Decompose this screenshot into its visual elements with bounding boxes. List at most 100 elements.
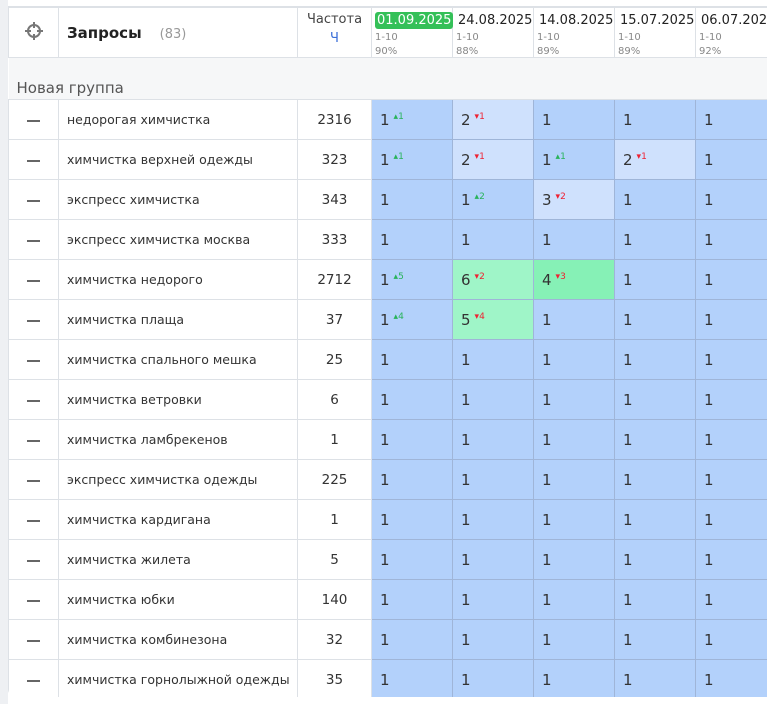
position-cell[interactable]: 1 <box>533 299 615 340</box>
position-cell[interactable]: 1 <box>452 579 534 620</box>
position-cell[interactable]: 1 <box>695 419 767 460</box>
position-cell[interactable]: 1 <box>371 659 453 697</box>
position-cell[interactable]: 5 ▾4 <box>452 299 534 340</box>
position-cell[interactable]: 1 ▴5 <box>371 259 453 300</box>
position-cell[interactable]: 1 <box>695 579 767 620</box>
position-cell[interactable]: 1 <box>695 499 767 540</box>
row-toggle[interactable] <box>8 179 59 220</box>
position-cell[interactable]: 2 ▾1 <box>452 99 534 140</box>
date-column-header[interactable]: 06.07.2025 1-10 92% <box>695 7 767 58</box>
position-cell[interactable]: 1 <box>695 339 767 380</box>
position-cell[interactable]: 1 <box>695 539 767 580</box>
row-toggle[interactable] <box>8 299 59 340</box>
keyword[interactable]: химчистка горнолыжной одежды <box>58 659 298 697</box>
position-cell[interactable]: 4 ▾3 <box>533 259 615 300</box>
position-cell[interactable]: 1 <box>371 539 453 580</box>
keyword[interactable]: химчистка кардигана <box>58 499 298 540</box>
keyword[interactable]: экспресс химчистка москва <box>58 219 298 260</box>
position-cell[interactable]: 1 <box>695 299 767 340</box>
row-toggle[interactable] <box>8 219 59 260</box>
position-cell[interactable]: 1 <box>614 539 696 580</box>
position-cell[interactable]: 1 ▴1 <box>371 99 453 140</box>
position-cell[interactable]: 1 <box>614 339 696 380</box>
position-cell[interactable]: 2 ▾1 <box>452 139 534 180</box>
position-cell[interactable]: 1 <box>371 579 453 620</box>
position-cell[interactable]: 1 <box>371 339 453 380</box>
keyword[interactable]: химчистка юбки <box>58 579 298 620</box>
position-cell[interactable]: 1 <box>452 219 534 260</box>
position-cell[interactable]: 1 <box>452 659 534 697</box>
row-toggle[interactable] <box>8 339 59 380</box>
position-cell[interactable]: 1 <box>452 539 534 580</box>
keyword[interactable]: химчистка верхней одежды <box>58 139 298 180</box>
position-cell[interactable]: 3 ▾2 <box>533 179 615 220</box>
position-cell[interactable]: 1 <box>533 539 615 580</box>
position-cell[interactable]: 1 <box>533 379 615 420</box>
position-cell[interactable]: 1 <box>371 219 453 260</box>
position-cell[interactable]: 1 <box>695 259 767 300</box>
row-toggle[interactable] <box>8 499 59 540</box>
position-cell[interactable]: 1 <box>371 419 453 460</box>
row-toggle[interactable] <box>8 419 59 460</box>
date-column-header[interactable]: 14.08.2025 1-10 89% <box>533 7 615 58</box>
queries-header[interactable]: Запросы (83) <box>58 7 298 58</box>
position-cell[interactable]: 1 <box>533 499 615 540</box>
position-cell[interactable]: 1 <box>614 459 696 500</box>
row-toggle[interactable] <box>8 379 59 420</box>
position-cell[interactable]: 1 ▴1 <box>371 139 453 180</box>
position-cell[interactable]: 1 <box>695 379 767 420</box>
position-cell[interactable]: 1 <box>371 619 453 660</box>
position-cell[interactable]: 1 <box>614 99 696 140</box>
position-cell[interactable]: 1 <box>695 459 767 500</box>
row-toggle[interactable] <box>8 99 59 140</box>
position-cell[interactable]: 1 <box>695 99 767 140</box>
frequency-type-link[interactable]: Ч <box>298 31 371 46</box>
row-toggle[interactable] <box>8 459 59 500</box>
position-cell[interactable]: 1 <box>371 459 453 500</box>
position-cell[interactable]: 1 <box>452 619 534 660</box>
position-cell[interactable]: 1 <box>452 419 534 460</box>
position-cell[interactable]: 1 <box>695 219 767 260</box>
row-toggle[interactable] <box>8 139 59 180</box>
position-cell[interactable]: 1 ▴1 <box>533 139 615 180</box>
keyword[interactable]: недорогая химчистка <box>58 99 298 140</box>
keyword[interactable]: химчистка плаща <box>58 299 298 340</box>
position-cell[interactable]: 1 <box>614 179 696 220</box>
position-cell[interactable]: 1 <box>452 379 534 420</box>
keyword[interactable]: химчистка жилета <box>58 539 298 580</box>
position-cell[interactable]: 1 <box>614 259 696 300</box>
position-cell[interactable]: 1 <box>533 619 615 660</box>
position-cell[interactable]: 1 <box>614 619 696 660</box>
row-toggle[interactable] <box>8 539 59 580</box>
position-cell[interactable]: 1 ▴2 <box>452 179 534 220</box>
row-toggle[interactable] <box>8 619 59 660</box>
position-cell[interactable]: 1 <box>533 339 615 380</box>
position-cell[interactable]: 1 <box>452 459 534 500</box>
keyword[interactable]: химчистка ветровки <box>58 379 298 420</box>
position-cell[interactable]: 1 <box>614 659 696 697</box>
position-cell[interactable]: 1 <box>371 379 453 420</box>
position-cell[interactable]: 1 <box>533 99 615 140</box>
keyword[interactable]: химчистка ламбрекенов <box>58 419 298 460</box>
position-cell[interactable]: 1 <box>533 419 615 460</box>
row-toggle[interactable] <box>8 659 59 697</box>
position-cell[interactable]: 1 <box>452 499 534 540</box>
position-cell[interactable]: 1 <box>695 659 767 697</box>
date-column-header[interactable]: 01.09.2025 1-10 90% <box>371 7 454 58</box>
frequency-header[interactable]: Частота Ч <box>297 7 372 58</box>
position-cell[interactable]: 1 <box>614 419 696 460</box>
keyword[interactable]: химчистка комбинезона <box>58 619 298 660</box>
position-cell[interactable]: 1 <box>614 499 696 540</box>
position-cell[interactable]: 1 <box>695 139 767 180</box>
position-cell[interactable]: 1 <box>614 579 696 620</box>
date-column-header[interactable]: 15.07.2025 1-10 89% <box>614 7 696 58</box>
target-icon[interactable] <box>8 7 59 58</box>
keyword[interactable]: химчистка спального мешка <box>58 339 298 380</box>
position-cell[interactable]: 1 <box>452 339 534 380</box>
position-cell[interactable]: 1 <box>371 179 453 220</box>
position-cell[interactable]: 6 ▾2 <box>452 259 534 300</box>
position-cell[interactable]: 2 ▾1 <box>614 139 696 180</box>
position-cell[interactable]: 1 <box>614 299 696 340</box>
position-cell[interactable]: 1 <box>533 659 615 697</box>
position-cell[interactable]: 1 <box>614 379 696 420</box>
